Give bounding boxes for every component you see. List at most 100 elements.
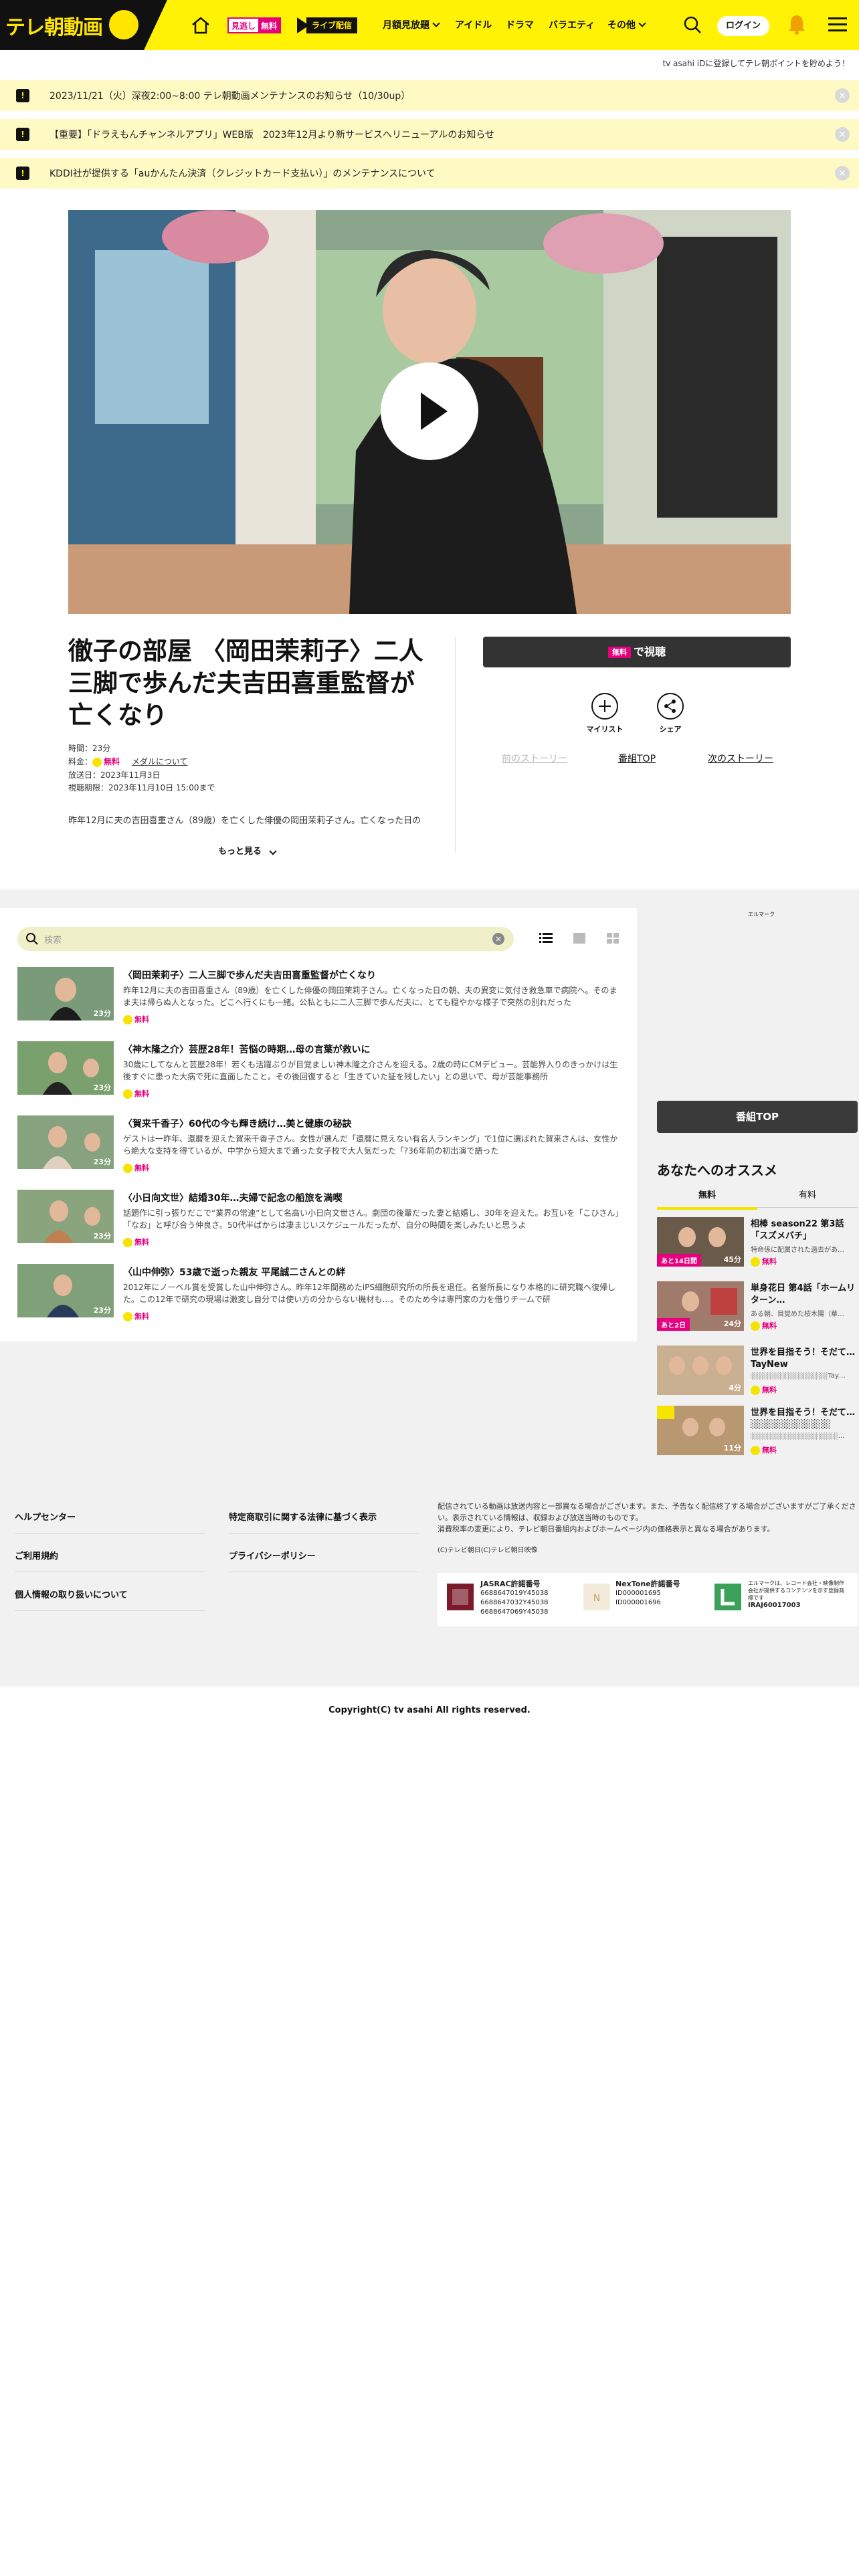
- list-item[interactable]: 23分 〈岡田茉莉子〉二人三脚で歩んだ夫吉田喜重監督が亡くなり 昨年12月に夫の…: [17, 967, 619, 1027]
- recommend-item[interactable]: あと14日間 45分 相棒 season22 第3話「スズメバチ」 特命係に配属さ…: [657, 1217, 858, 1269]
- watch-button[interactable]: 無料 で視聴: [483, 637, 791, 667]
- program-top-button[interactable]: 番組TOP: [657, 1101, 858, 1133]
- episode-thumbnail: 23分: [17, 1041, 114, 1095]
- share-label: シェア: [659, 725, 682, 734]
- close-icon[interactable]: ×: [835, 88, 850, 103]
- share-icon[interactable]: [657, 693, 684, 720]
- tab-free[interactable]: 無料: [657, 1188, 757, 1210]
- nav-variety[interactable]: バラエティ: [549, 18, 595, 31]
- medal-icon: [751, 1386, 760, 1395]
- recommend-item[interactable]: あと2日 24分 単身花日 第4話「ホームリターン… ある朝、目覚めた桜木陽（華……: [657, 1281, 858, 1333]
- card-view-icon[interactable]: [573, 932, 586, 944]
- terms-link[interactable]: ご利用規約: [15, 1549, 58, 1562]
- notice-bar[interactable]: ! 2023/11/21（火）深夜2:00~8:00 テレ朝動画メンテナンスのお…: [0, 80, 859, 111]
- close-icon[interactable]: ×: [835, 166, 850, 181]
- list-item[interactable]: 23分 〈小日向文世〉結婚30年…夫婦で記念の船旅を満喫 話題作に引っ張りだこで…: [17, 1190, 619, 1250]
- free-badge: 無料: [134, 1312, 149, 1321]
- nextone-logo-icon: N: [583, 1584, 610, 1610]
- nextone-name: NexTone許諾番号: [615, 1580, 680, 1588]
- chevron-down-icon: [268, 847, 277, 855]
- hamburger-menu-icon[interactable]: [828, 17, 847, 32]
- remaining-days: あと2日: [657, 1318, 690, 1331]
- nextone-number: ID000001696: [615, 1599, 661, 1606]
- list-item[interactable]: 23分 〈賀来千香子〉60代の今も輝き続け…美と健康の秘訣 ゲストは一昨年、還暦…: [17, 1115, 619, 1176]
- nextone-number: ID000001695: [615, 1590, 661, 1597]
- recommend-sub: 特命係に配属された過去があ…: [751, 1247, 844, 1254]
- home-icon[interactable]: [190, 15, 211, 36]
- episode-search-input[interactable]: [17, 927, 514, 951]
- episode-title: 〈小日向文世〉結婚30年…夫婦で記念の船旅を満喫: [123, 1193, 343, 1204]
- duration: 時間：23分: [68, 744, 111, 753]
- play-button-icon[interactable]: [381, 362, 478, 460]
- tvid-promo-link[interactable]: tv asahi iDに登録してテレ朝ポイントを貯めよう！: [662, 58, 850, 69]
- list-view-icon[interactable]: [539, 932, 553, 944]
- clear-search-icon[interactable]: ×: [492, 933, 504, 945]
- episode-desc: 昨年12月に夫の吉田喜重さん（89歳）を亡くした俳優の岡田茉莉子さん。亡くなった…: [123, 986, 617, 1007]
- free-label: 無料: [258, 19, 280, 32]
- recommend-thumbnail: 4分: [657, 1346, 744, 1395]
- program-top-link[interactable]: 番組TOP: [618, 752, 656, 765]
- duration: 4分: [729, 1384, 741, 1392]
- episode-title: 〈神木隆之介〉芸歴28年！苦悩の時期…母の言葉が救いに: [123, 1045, 371, 1055]
- notice-text[interactable]: 2023/11/21（火）深夜2:00~8:00 テレ朝動画メンテナンスのお知ら…: [50, 89, 410, 102]
- close-icon[interactable]: ×: [835, 127, 850, 142]
- free-catchup-button[interactable]: 見逃し 無料: [227, 17, 282, 33]
- recommend-item[interactable]: 11分 世界を目指そう！そだて… ░░░░░░░░░░░░ ░░░░░░░░░░…: [657, 1406, 858, 1458]
- duration: 45分: [723, 1255, 741, 1264]
- privacy-policy-link[interactable]: プライバシーポリシー: [229, 1549, 316, 1562]
- show-more-button[interactable]: もっと見る: [218, 844, 277, 857]
- mylist-add-icon[interactable]: [591, 693, 618, 720]
- jasrac-number: 6688647032Y45038: [480, 1599, 549, 1606]
- bell-icon[interactable]: [787, 13, 807, 36]
- tab-paid[interactable]: 有料: [757, 1188, 858, 1208]
- notice-text[interactable]: 【重要】「ドラえもんチャンネルアプリ」WEB版 2023年12月より新サービスへ…: [50, 128, 494, 141]
- l-mark-logo-icon: [714, 1584, 741, 1610]
- recommend-item[interactable]: 4分 世界を目指そう！そだて… TayNew ░░░░░░░░░░ ░░░░░░…: [657, 1346, 858, 1398]
- list-item[interactable]: 23分 〈山中伸弥〉53歳で逝った親友 平尾誠二さんとの絆 2012年にノーベル…: [17, 1264, 619, 1324]
- medal-icon: [92, 757, 102, 767]
- privacy-handling-link[interactable]: 個人情報の取り扱いについて: [15, 1588, 128, 1600]
- medal-info-link[interactable]: メダルについて: [132, 757, 188, 766]
- episode-title: 〈岡田茉莉子〉二人三脚で歩んだ夫吉田喜重監督が亡くなり: [123, 970, 376, 981]
- jasrac-number: 6688647069Y45038: [480, 1608, 549, 1616]
- duration: 23分: [93, 1306, 111, 1315]
- free-badge: 無料: [762, 1386, 777, 1394]
- commerce-law-link[interactable]: 特定商取引に関する法律に基づく表示: [229, 1510, 377, 1523]
- login-button[interactable]: ログイン: [717, 16, 769, 36]
- jasrac-number: 6688647019Y45038: [480, 1590, 549, 1597]
- grid-view-icon[interactable]: [606, 932, 619, 944]
- nav-drama[interactable]: ドラマ: [506, 18, 534, 31]
- episode-title: 〈山中伸弥〉53歳で逝った親友 平尾誠二さんとの絆: [123, 1267, 346, 1278]
- prev-story-link: 前のストーリー: [502, 754, 567, 764]
- jasrac-name: JASRAC許諾番号: [480, 1580, 541, 1588]
- live-button[interactable]: ライブ配信: [297, 17, 358, 33]
- free-badge: 無料: [134, 1089, 149, 1098]
- duration: 24分: [723, 1319, 741, 1328]
- medal-icon: [751, 1257, 760, 1267]
- duration: 23分: [93, 1232, 111, 1241]
- recommend-title: 単身花日 第4話「ホームリターン…: [751, 1283, 856, 1305]
- divider: [15, 1610, 205, 1611]
- next-story-link[interactable]: 次のストーリー: [708, 752, 773, 765]
- nav-label: バラエティ: [549, 20, 595, 31]
- notice-bar[interactable]: ! KDDI社が提供する「auかんたん決済（クレジットカード支払い）」のメンテナ…: [0, 158, 859, 189]
- recommend-thumbnail: あと14日間 45分: [657, 1217, 744, 1267]
- nav-idol[interactable]: アイドル: [455, 18, 492, 31]
- video-player[interactable]: [68, 210, 791, 614]
- footer-credit: (C)テレビ朝日(C)テレビ朝日映像: [438, 1547, 538, 1554]
- footer-note: 消費税率の変更により、テレビ朝日番組内およびホームページ内の価格表示と異なる場合…: [438, 1525, 775, 1533]
- site-logo[interactable]: テレ朝動画: [0, 0, 167, 50]
- medal-icon: [123, 1015, 132, 1025]
- help-center-link[interactable]: ヘルプセンター: [15, 1510, 76, 1523]
- notice-bar[interactable]: ! 【重要】「ドラえもんチャンネルアプリ」WEB版 2023年12月より新サービ…: [0, 119, 859, 150]
- episode-desc: ゲストは一昨年、還暦を迎えた賀来千香子さん。女性が選んだ「還暦に見えない有名人ラ…: [123, 1134, 618, 1156]
- notice-icon: !: [16, 128, 29, 141]
- copyright: Copyright(C) tv asahi All rights reserve…: [328, 1705, 531, 1715]
- nav-other[interactable]: その他: [607, 18, 646, 31]
- watch-label: で視聴: [633, 645, 666, 658]
- divider: [229, 1533, 419, 1534]
- nav-monthly[interactable]: 月額見放題: [383, 18, 440, 31]
- notice-text[interactable]: KDDI社が提供する「auかんたん決済（クレジットカード支払い）」のメンテナンス…: [50, 167, 436, 180]
- list-item[interactable]: 23分 〈神木隆之介〉芸歴28年！苦悩の時期…母の言葉が救いに 30歳にしてなん…: [17, 1041, 619, 1101]
- search-icon[interactable]: [682, 15, 702, 35]
